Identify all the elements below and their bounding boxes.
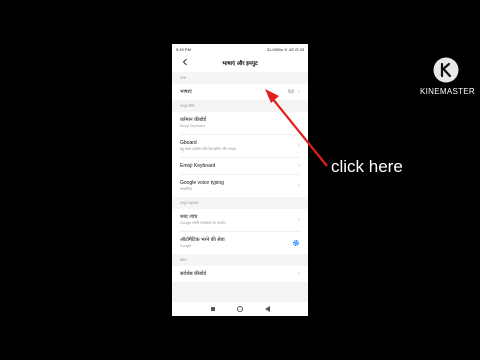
language-card: भाषाएं हिंदी › <box>172 84 308 100</box>
google-voice-typing-row[interactable]: Google voice typing स्वचालित › <box>172 175 308 197</box>
status-time: 5:19 PM <box>176 46 191 52</box>
more-card: सर्वश्रेष्ठ कीबोर्ड › <box>172 266 308 282</box>
click-here-label: click here <box>331 157 403 176</box>
input-assist-card: शब्द जांच Google वर्तनी जांचकर्ता का उपय… <box>172 209 308 254</box>
phone-screen: 5:19 PM 31.0KB/s ⊙ 4G ⊟ 33 भाषाएं और इनप… <box>172 44 308 316</box>
chevron-right-icon: › <box>298 183 300 189</box>
emoji-keyboard-title: Emoji Keyboard <box>180 162 216 169</box>
status-indicators: 31.0KB/s ⊙ 4G ⊟ 33 <box>266 46 304 52</box>
current-keyboard-text: वर्तमान कीबोर्ड Emoji Keyboard <box>180 117 300 129</box>
gboard-sub: बहु-भाषा टाइपिंग और हैंडराइटिंग और ग्लाइ… <box>180 147 236 151</box>
section-header-input-method: इनपुट विधि <box>180 104 195 108</box>
navigation-bar <box>172 302 308 316</box>
kinemaster-logo-icon <box>433 57 459 83</box>
autofill-service-sub: Google <box>180 244 192 248</box>
current-keyboard-sub: Emoji Keyboard <box>180 124 205 128</box>
current-keyboard-title: वर्तमान कीबोर्ड <box>180 117 207 123</box>
best-keyboard-title: सर्वश्रेष्ठ कीबोर्ड <box>180 270 206 277</box>
title-bar: भाषाएं और इनपुट <box>172 54 308 72</box>
emoji-keyboard-row[interactable]: Emoji Keyboard › <box>172 158 308 174</box>
languages-row-title: भाषाएं <box>180 88 192 95</box>
chevron-right-icon: › <box>298 89 300 95</box>
chevron-right-icon: › <box>298 143 300 149</box>
autofill-service-text: ऑटोमैटिक भरने की सेवा Google <box>180 237 292 249</box>
spell-check-text: शब्द जांच Google वर्तनी जांचकर्ता का उपय… <box>180 214 298 226</box>
chevron-right-icon: › <box>298 217 300 223</box>
page-title: भाषाएं और इनपुट <box>222 61 258 67</box>
kinemaster-watermark: KINEMASTER <box>420 57 476 96</box>
section-header-input-assist: इनपुट सहायता <box>180 201 199 205</box>
recents-icon[interactable] <box>210 307 215 311</box>
arrow-left-icon[interactable] <box>180 57 190 67</box>
languages-row-value: हिंदी <box>287 89 294 94</box>
languages-row[interactable]: भाषाएं हिंदी › <box>172 84 308 100</box>
autofill-service-row[interactable]: ऑटोमैटिक भरने की सेवा Google <box>172 232 308 254</box>
spell-check-title: शब्द जांच <box>180 214 198 220</box>
spell-check-sub: Google वर्तनी जांचकर्ता का उपयोग <box>180 221 226 225</box>
best-keyboard-text: सर्वश्रेष्ठ कीबोर्ड <box>180 271 298 278</box>
kinemaster-brand-text: KINEMASTER <box>420 87 476 96</box>
home-icon[interactable] <box>236 306 243 312</box>
languages-row-text: भाषाएं <box>180 89 288 96</box>
emoji-keyboard-text: Emoji Keyboard <box>180 163 298 170</box>
gboard-row[interactable]: Gboard बहु-भाषा टाइपिंग और हैंडराइटिंग औ… <box>172 135 308 157</box>
google-voice-typing-text: Google voice typing स्वचालित <box>180 180 298 192</box>
chevron-right-icon: › <box>298 271 300 277</box>
google-voice-typing-sub: स्वचालित <box>180 187 192 191</box>
section-header-more: संबंध <box>180 258 187 262</box>
current-keyboard-row[interactable]: वर्तमान कीबोर्ड Emoji Keyboard <box>172 112 308 134</box>
keyboards-card: वर्तमान कीबोर्ड Emoji Keyboard Gboard बह… <box>172 112 308 197</box>
gear-icon[interactable] <box>292 239 300 247</box>
google-voice-typing-title: Google voice typing <box>180 180 224 186</box>
gboard-text: Gboard बहु-भाषा टाइपिंग और हैंडराइटिंग औ… <box>180 140 298 152</box>
autofill-service-title: ऑटोमैटिक भरने की सेवा <box>180 237 225 243</box>
spell-check-row[interactable]: शब्द जांच Google वर्तनी जांचकर्ता का उपय… <box>172 209 308 231</box>
gboard-title: Gboard <box>180 140 197 146</box>
best-keyboard-row[interactable]: सर्वश्रेष्ठ कीबोर्ड › <box>172 266 308 282</box>
back-icon[interactable] <box>264 306 270 312</box>
chevron-right-icon: › <box>298 163 300 169</box>
section-header-language: भाषा <box>180 76 187 80</box>
status-bar: 5:19 PM 31.0KB/s ⊙ 4G ⊟ 33 <box>172 44 308 54</box>
